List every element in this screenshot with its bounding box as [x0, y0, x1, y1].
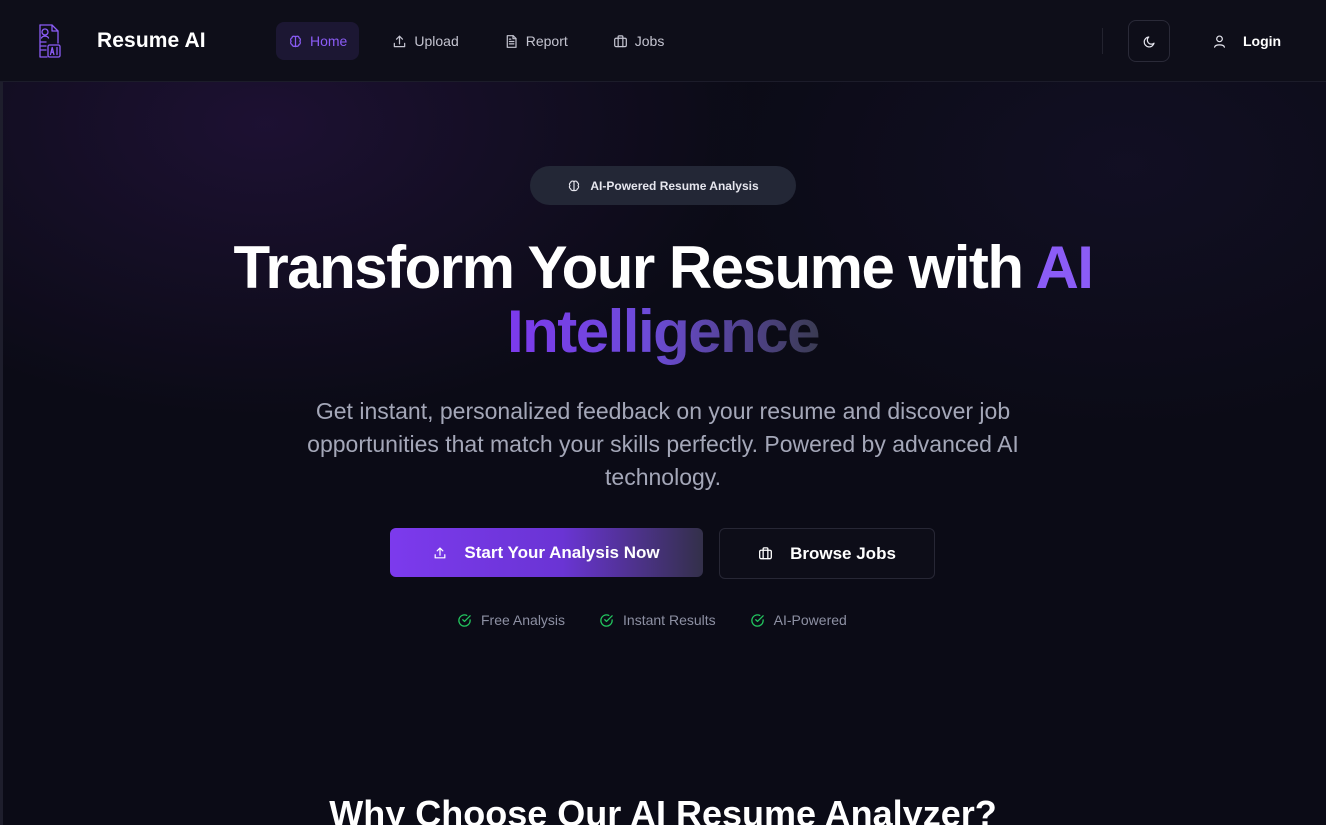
cta-row: Start Your Analysis Now Browse Jobs: [390, 528, 935, 579]
nav-link-jobs[interactable]: Jobs: [601, 22, 677, 60]
start-analysis-label: Start Your Analysis Now: [464, 542, 660, 562]
upload-icon: [434, 546, 446, 558]
nav-link-label: Report: [525, 33, 568, 49]
feature-item: AI-Powered: [750, 612, 847, 628]
nav-link-label: Home: [310, 33, 348, 49]
check-circle-icon: [458, 613, 471, 627]
resume-logo-icon: [39, 24, 61, 58]
hero-subtitle: Get instant, personalized feedback on yo…: [307, 398, 1019, 490]
section-title: Why Choose Our AI Resume Analyzer?: [329, 793, 997, 825]
page: Resume AI Home Upload Report Jobs Login …: [0, 0, 1326, 825]
feature-item: Free Analysis: [457, 612, 565, 628]
check-circle-icon: [750, 613, 764, 627]
feature-label: Instant Results: [623, 612, 716, 628]
hero-badge: AI-Powered Resume Analysis: [530, 166, 796, 205]
feature-list: Free Analysis Instant Results AI-Powered: [457, 610, 847, 630]
briefcase-icon: [613, 34, 627, 47]
hero-title-part1: Transform Your Resume with: [233, 234, 1036, 301]
brand-name: Resume AI: [97, 29, 206, 52]
briefcase-icon: [759, 547, 773, 560]
start-analysis-button[interactable]: Start Your Analysis Now: [390, 528, 703, 577]
feature-item: Instant Results: [599, 612, 716, 628]
browse-jobs-label: Browse Jobs: [790, 543, 896, 563]
hero-title-accent: AI: [1035, 234, 1094, 301]
nav-link-label: Jobs: [634, 33, 665, 49]
login-label: Login: [1243, 33, 1282, 49]
brand[interactable]: Resume AI: [38, 22, 206, 60]
hero-badge-label: AI-Powered Resume Analysis: [590, 178, 759, 193]
top-navbar: Resume AI Home Upload Report Jobs Login: [0, 0, 1326, 82]
nav-link-label: Upload: [414, 33, 459, 49]
brain-icon: [569, 180, 580, 191]
upload-icon: [394, 35, 406, 47]
nav-divider: [1102, 28, 1103, 54]
brain-icon: [289, 35, 302, 47]
hero-title-line2: Intelligence: [506, 298, 821, 365]
nav-link-home[interactable]: Home: [276, 22, 360, 60]
document-icon: [506, 34, 517, 48]
user-icon: [1214, 34, 1225, 48]
theme-toggle-button[interactable]: [1128, 20, 1170, 62]
browse-jobs-button[interactable]: Browse Jobs: [719, 528, 935, 579]
feature-label: AI-Powered: [773, 612, 847, 628]
moon-icon: [1143, 35, 1155, 47]
check-circle-icon: [600, 613, 613, 627]
nav-links: Home Upload Report Jobs: [276, 22, 697, 60]
nav-link-upload[interactable]: Upload: [380, 22, 470, 60]
nav-link-report[interactable]: Report: [492, 22, 580, 60]
login-button[interactable]: Login: [1200, 22, 1293, 60]
hero-title: Transform Your Resume with AI Intelligen…: [0, 236, 1326, 364]
page-edge-divider: [0, 82, 3, 825]
feature-label: Free Analysis: [481, 612, 566, 628]
